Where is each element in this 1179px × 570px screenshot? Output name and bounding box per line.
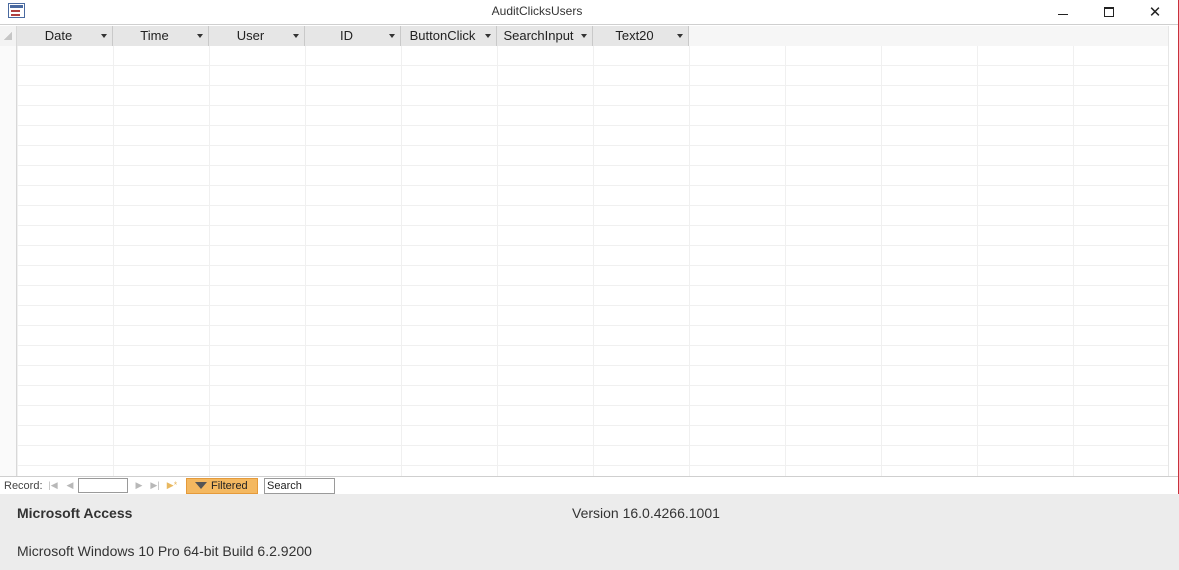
- select-all-corner[interactable]: [0, 26, 17, 46]
- datasheet-grid: [0, 26, 1178, 476]
- column-header-label: Time: [140, 28, 169, 43]
- first-record-icon[interactable]: |◀: [47, 480, 59, 491]
- search-input[interactable]: Search: [264, 478, 335, 494]
- column-header-label: Date: [44, 28, 73, 43]
- filter-status-label: Filtered: [211, 480, 248, 492]
- version-text: Version 16.0.4266.1001: [572, 505, 720, 521]
- column-header-text20[interactable]: Text20: [593, 26, 689, 46]
- last-record-icon[interactable]: ▶|: [149, 480, 161, 491]
- title-bar: AuditClicksUsers ✕: [0, 0, 1178, 25]
- column-header-searchinput[interactable]: SearchInput: [497, 26, 593, 46]
- maximize-icon: [1104, 7, 1114, 17]
- dropdown-arrow-icon[interactable]: [677, 34, 683, 38]
- os-info: Microsoft Windows 10 Pro 64-bit Build 6.…: [17, 543, 312, 559]
- previous-record-icon[interactable]: ◀: [64, 480, 76, 491]
- record-navigation-bar: Record: |◀ ◀ ▶ ▶| ▶* Filtered Search: [0, 476, 1178, 494]
- minimize-button[interactable]: [1040, 0, 1086, 24]
- close-button[interactable]: ✕: [1132, 0, 1178, 24]
- dropdown-arrow-icon[interactable]: [389, 34, 395, 38]
- about-panel: Microsoft Access Version 16.0.4266.1001 …: [0, 494, 1179, 570]
- column-header-label: SearchInput: [503, 28, 574, 43]
- column-header-label: Text20: [615, 28, 654, 43]
- access-window: AuditClicksUsers ✕ Date Time User ID But…: [0, 0, 1179, 494]
- dropdown-arrow-icon[interactable]: [101, 34, 107, 38]
- record-label: Record:: [4, 480, 43, 492]
- column-header-label: User: [236, 28, 265, 43]
- maximize-button[interactable]: [1086, 0, 1132, 24]
- current-record-input[interactable]: [78, 478, 128, 493]
- column-header-user[interactable]: User: [209, 26, 305, 46]
- close-icon: ✕: [1148, 4, 1162, 21]
- dropdown-arrow-icon[interactable]: [197, 34, 203, 38]
- dropdown-arrow-icon[interactable]: [293, 34, 299, 38]
- column-header-label: ButtonClick: [409, 28, 476, 43]
- vertical-scrollbar-track[interactable]: [1168, 26, 1178, 476]
- column-header-buttonclick[interactable]: ButtonClick: [401, 26, 497, 46]
- column-header-label: ID: [340, 28, 353, 43]
- new-record-icon[interactable]: ▶*: [166, 480, 178, 491]
- column-header-date[interactable]: Date: [17, 26, 113, 46]
- dropdown-arrow-icon[interactable]: [485, 34, 491, 38]
- dropdown-arrow-icon[interactable]: [581, 34, 587, 38]
- filter-toggle-button[interactable]: Filtered: [186, 478, 258, 494]
- record-selector-column[interactable]: [0, 46, 17, 476]
- header-empty-area: [689, 26, 1168, 46]
- column-header-id[interactable]: ID: [305, 26, 401, 46]
- product-name: Microsoft Access: [17, 505, 133, 521]
- funnel-icon: [195, 481, 207, 489]
- minimize-icon: [1058, 13, 1068, 15]
- next-record-icon[interactable]: ▶: [133, 480, 145, 491]
- datasheet[interactable]: Date Time User ID ButtonClick SearchInpu…: [0, 26, 1178, 476]
- window-title: AuditClicksUsers: [491, 4, 583, 18]
- datasheet-header-row: Date Time User ID ButtonClick SearchInpu…: [0, 26, 1168, 46]
- column-header-time[interactable]: Time: [113, 26, 209, 46]
